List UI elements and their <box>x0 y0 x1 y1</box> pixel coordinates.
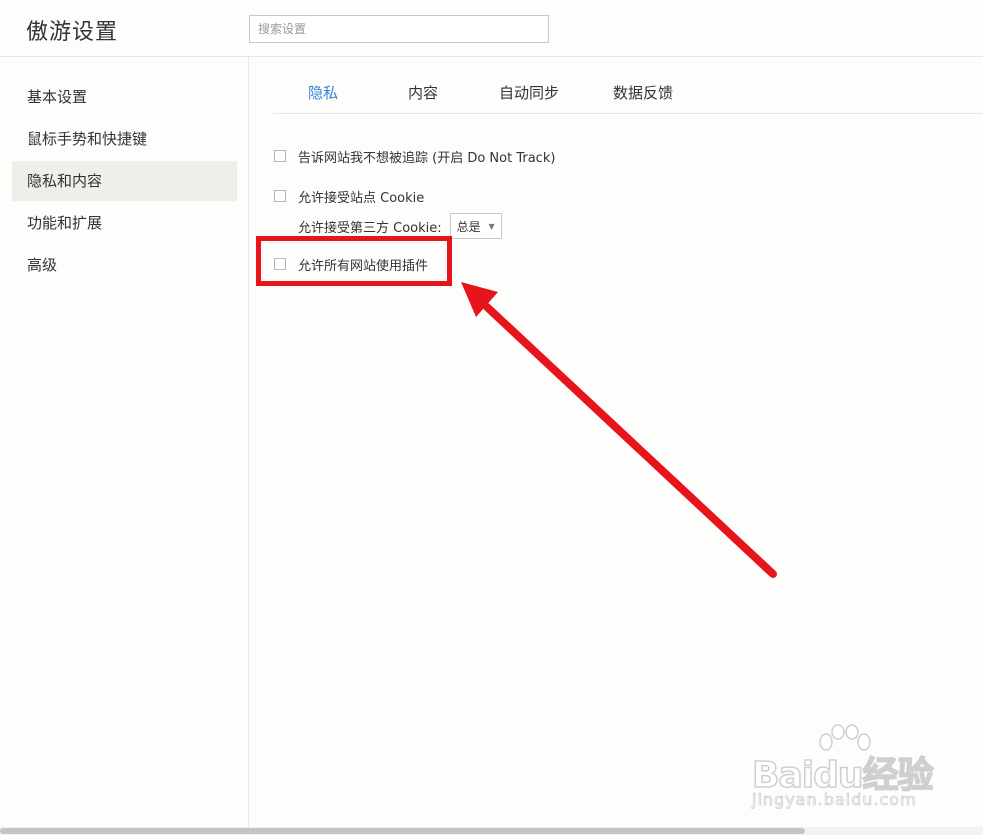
sidebar-item-advanced[interactable]: 高级 <box>12 245 237 285</box>
tab-bar: 隐私 内容 自动同步 数据反馈 <box>273 76 983 114</box>
sidebar: 基本设置 鼠标手势和快捷键 隐私和内容 功能和扩展 高级 <box>0 57 249 829</box>
third-party-cookie-label: 允许接受第三方 Cookie: <box>298 220 442 236</box>
settings-window: 傲游设置 基本设置 鼠标手势和快捷键 隐私和内容 功能和扩展 高级 隐私 内容 … <box>0 0 983 835</box>
header-bar: 傲游设置 <box>0 0 983 57</box>
settings-content: 隐私 内容 自动同步 数据反馈 告诉网站我不想被追踪 (开启 Do Not Tr… <box>250 57 983 829</box>
accept-cookie-checkbox[interactable] <box>274 190 286 202</box>
tab-data-feedback[interactable]: 数据反馈 <box>613 82 673 103</box>
accept-cookie-label: 允许接受站点 Cookie <box>298 190 425 206</box>
third-party-cookie-row: 允许接受第三方 Cookie: 总是 ▼ <box>298 213 502 239</box>
allow-plugins-checkbox[interactable] <box>274 258 286 270</box>
allow-plugins-option[interactable]: 允许所有网站使用插件 <box>274 254 428 274</box>
tab-sync[interactable]: 自动同步 <box>499 82 559 103</box>
do-not-track-option[interactable]: 告诉网站我不想被追踪 (开启 Do Not Track) <box>274 146 555 166</box>
allow-plugins-label: 允许所有网站使用插件 <box>298 258 429 274</box>
accept-cookie-option[interactable]: 允许接受站点 Cookie <box>274 186 424 206</box>
third-party-cookie-value: 总是 <box>456 219 481 234</box>
sidebar-item-mouse-gestures[interactable]: 鼠标手势和快捷键 <box>12 119 237 159</box>
page-title: 傲游设置 <box>26 20 119 45</box>
search-input[interactable] <box>249 15 549 43</box>
chevron-down-icon: ▼ <box>488 221 495 231</box>
do-not-track-checkbox[interactable] <box>274 150 286 162</box>
scrollbar-thumb[interactable] <box>0 828 805 834</box>
sidebar-item-privacy[interactable]: 隐私和内容 <box>12 161 237 201</box>
do-not-track-label: 告诉网站我不想被追踪 (开启 Do Not Track) <box>298 150 556 166</box>
tab-privacy[interactable]: 隐私 <box>308 82 338 103</box>
sidebar-item-basic[interactable]: 基本设置 <box>12 77 237 117</box>
sidebar-item-extensions[interactable]: 功能和扩展 <box>12 203 237 243</box>
third-party-cookie-select[interactable]: 总是 ▼ <box>449 213 502 239</box>
tab-content[interactable]: 内容 <box>408 82 438 103</box>
horizontal-scrollbar[interactable] <box>0 827 983 835</box>
